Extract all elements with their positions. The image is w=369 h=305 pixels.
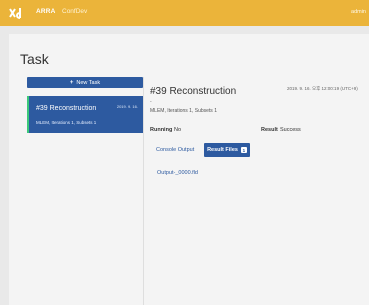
top-navbar: ARRA ConfDev admin [0, 0, 369, 26]
brand-subtitle: ConfDev [62, 8, 88, 15]
panel-divider [143, 77, 144, 305]
tab-console-output[interactable]: Console Output [150, 143, 200, 157]
running-value: No [174, 127, 182, 133]
new-task-label: New Task [76, 79, 101, 86]
task-detail-title: #39 Reconstruction [150, 86, 237, 97]
running-label: Running [150, 127, 173, 133]
result-value: Success [280, 127, 301, 133]
page-title: Task [20, 51, 49, 67]
task-item-date: 2019. 9. 16. [116, 104, 138, 109]
result-file-link[interactable]: Output-_0000.fld [157, 170, 198, 176]
brand-name[interactable]: ARRA [36, 8, 56, 15]
tab-result-files[interactable]: Result Files 1 [204, 143, 250, 157]
task-item-title: #39 Reconstruction [36, 105, 97, 112]
result-files-count-badge: 1 [240, 147, 247, 153]
plus-icon: + [69, 79, 74, 86]
task-detail-dash: - [150, 99, 152, 105]
user-menu[interactable]: admin [351, 9, 366, 15]
new-task-button[interactable]: + New Task [27, 77, 143, 88]
logo-icon[interactable] [9, 6, 23, 20]
task-detail-params: MLEM, Iterations 1, Subsets 1 [150, 108, 217, 114]
task-detail-date: 2019. 9. 16. 오후 12:00:19 (UTC+9) [287, 86, 358, 91]
task-list-item[interactable]: #39 Reconstruction 2019. 9. 16. MLEM, It… [27, 96, 143, 133]
result-label: Result [261, 127, 278, 133]
task-item-subtitle: MLEM, Iterations 1, Subsets 1 [36, 120, 97, 125]
tab-result-files-label: Result Files [207, 147, 238, 153]
